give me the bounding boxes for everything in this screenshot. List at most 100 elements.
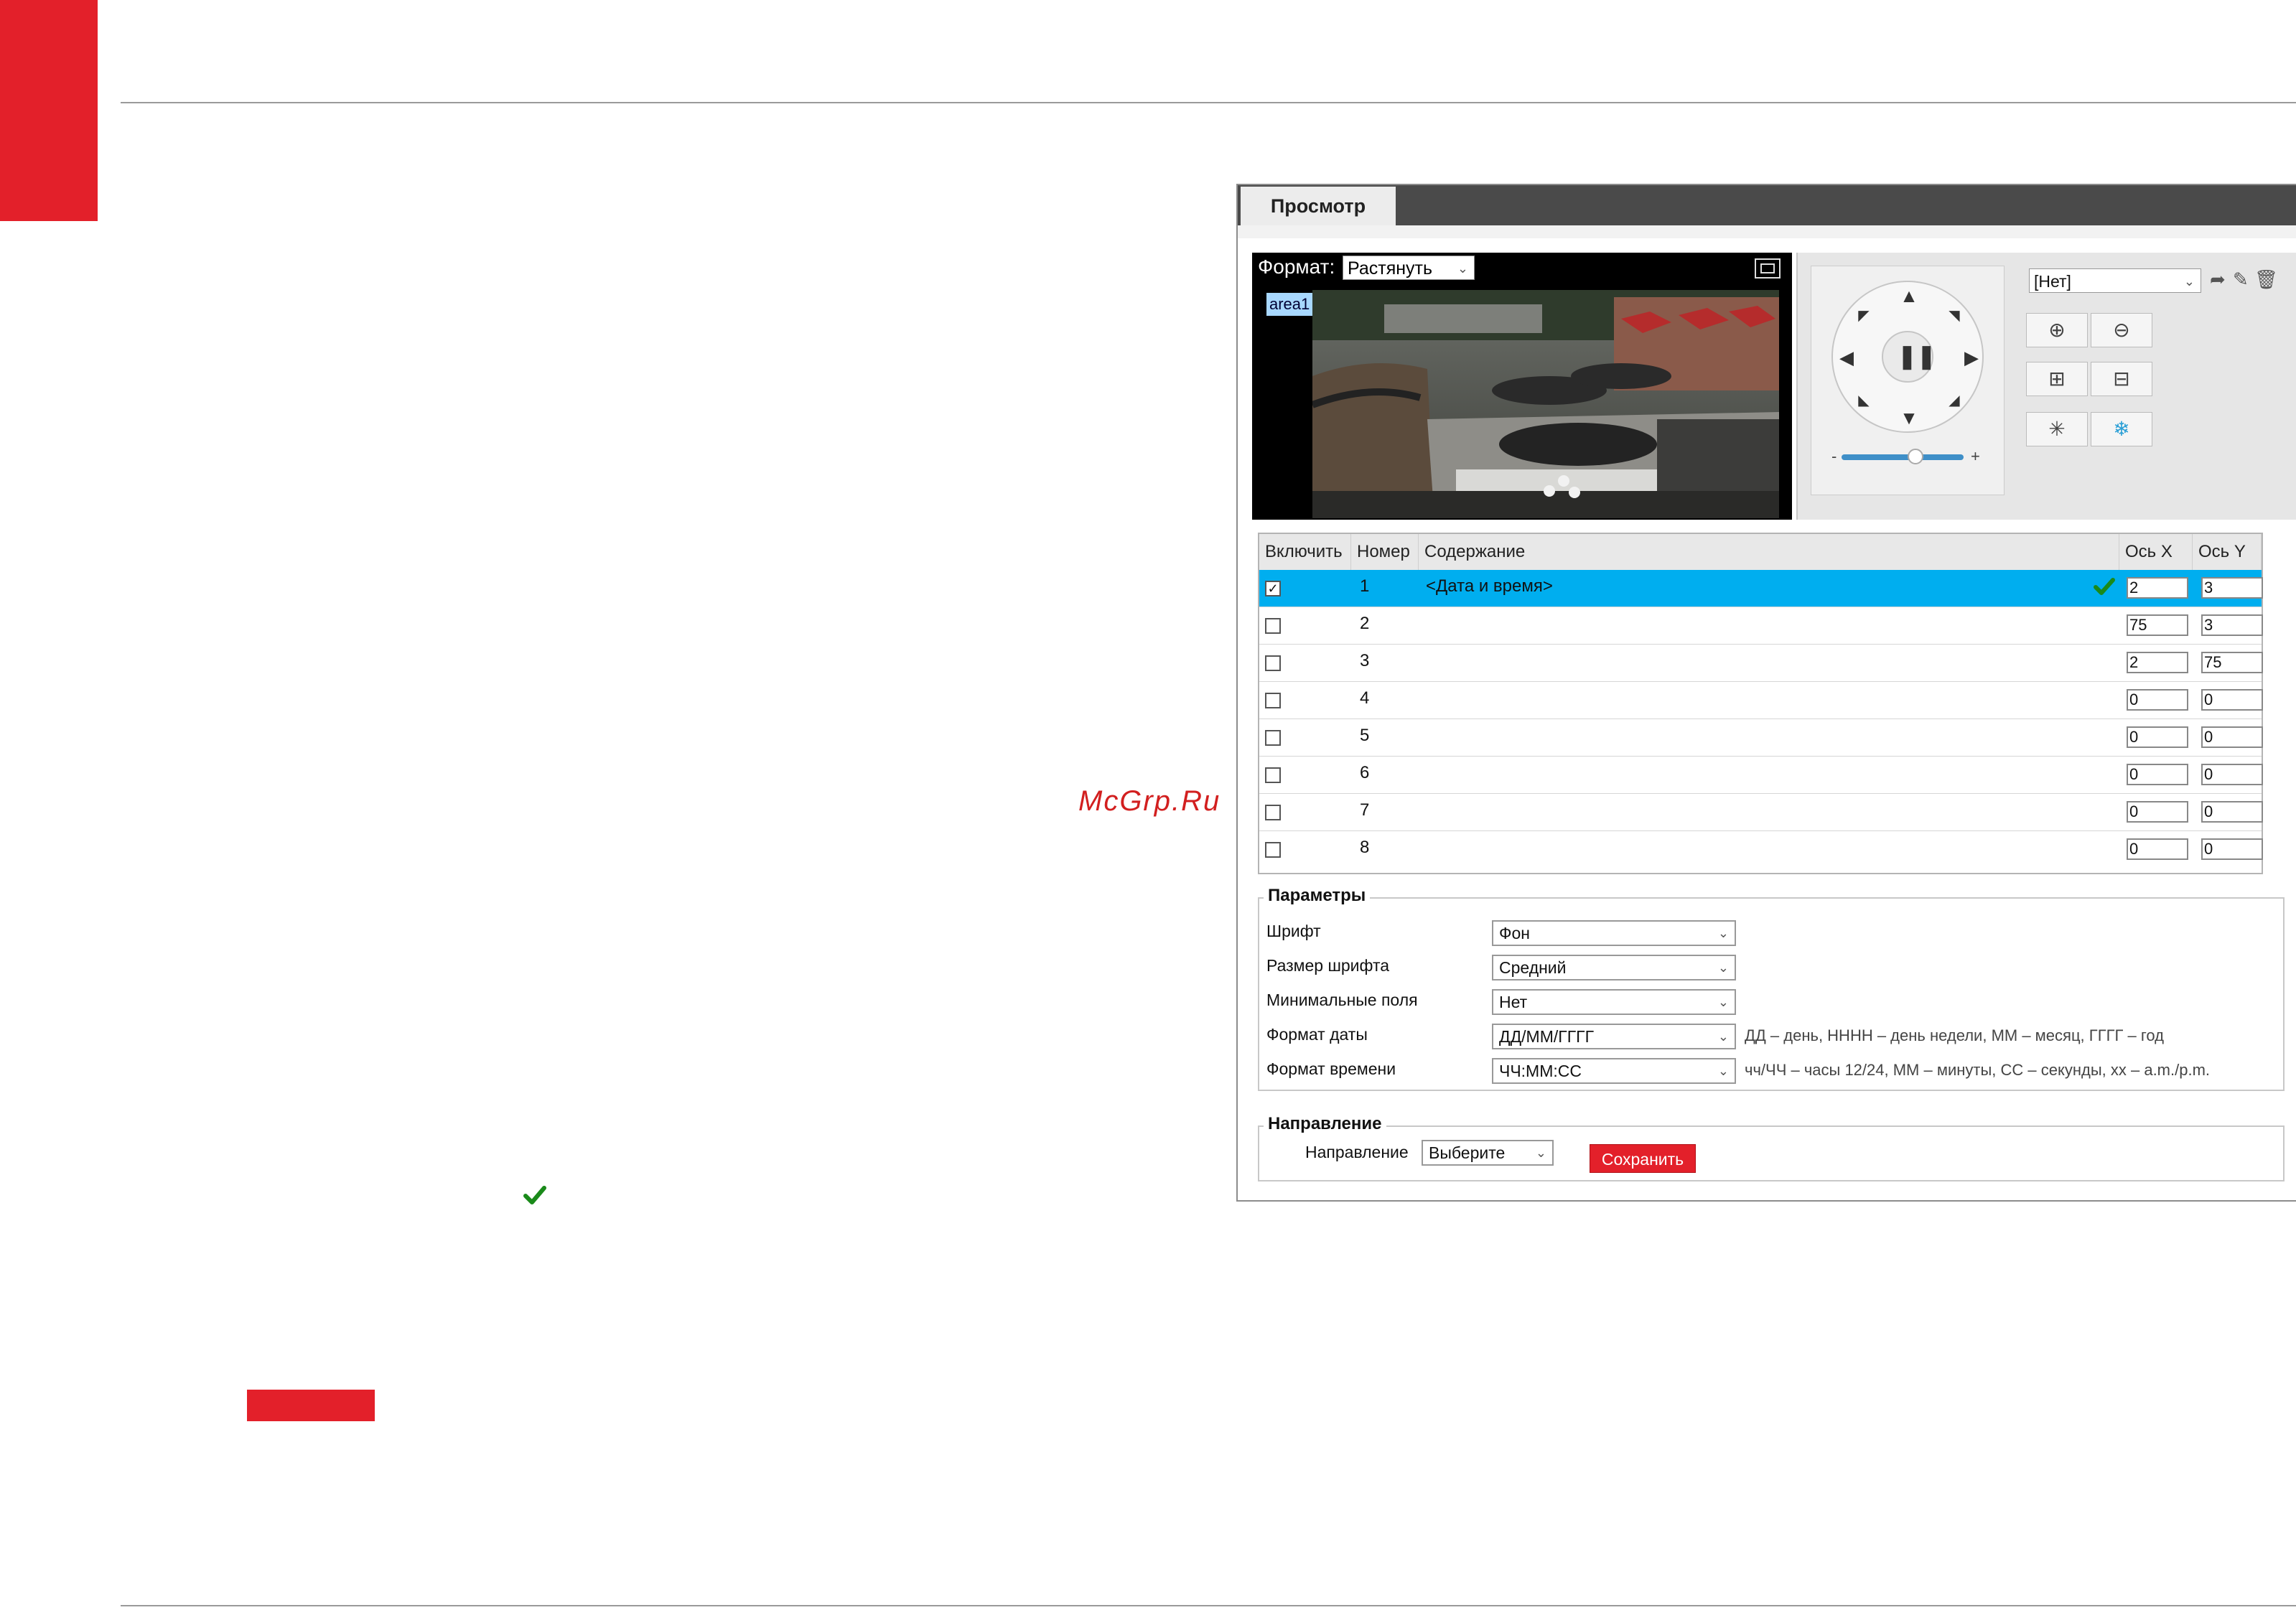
axis-x-input[interactable]: 2 — [2127, 652, 2188, 673]
axis-x-input[interactable]: 75 — [2127, 614, 2188, 636]
font-select[interactable]: Фон ⌄ — [1492, 920, 1736, 946]
axis-y-input[interactable]: 0 — [2201, 689, 2263, 711]
format-select-value: Растянуть — [1348, 258, 1433, 279]
direction-pad: ▲ ▼ ◀ ▶ ◤ ◥ ◣ ◢ ❚❚ — [1831, 281, 1984, 433]
row-number: 2 — [1360, 614, 1370, 633]
axis-y-input[interactable]: 0 — [2201, 838, 2263, 860]
table-row[interactable]: 3 2 75 — [1259, 645, 2263, 682]
table-row[interactable]: ✓ 1 <Дата и время> 2 3 — [1259, 570, 2263, 607]
axis-y-input[interactable]: 0 — [2201, 764, 2263, 785]
row-checkbox[interactable]: ✓ — [1265, 581, 1281, 596]
iris-button[interactable]: ✳ — [2026, 412, 2088, 446]
save-button[interactable]: Сохранить — [1590, 1144, 1696, 1173]
zoom-in-icon: ⊕ — [2048, 319, 2066, 341]
row-number: 8 — [1360, 838, 1370, 857]
top-divider — [121, 102, 2296, 103]
axis-x-input[interactable]: 0 — [2127, 838, 2188, 860]
chevron-down-icon: ⌄ — [1457, 261, 1468, 276]
col-axis-x: Ось X — [2119, 534, 2193, 570]
axis-y-input[interactable]: 0 — [2201, 801, 2263, 823]
date-format-hint: ДД – день, НННН – день недели, ММ – меся… — [1745, 1026, 2165, 1044]
axis-y-input[interactable]: 3 — [2201, 577, 2263, 599]
overlay-table: Включить Номер Содержание Ось X Ось Y ✓ … — [1258, 533, 2263, 874]
font-size-select[interactable]: Средний ⌄ — [1492, 955, 1736, 980]
preset-select[interactable]: [Нет] ⌄ — [2029, 268, 2201, 293]
table-row[interactable]: 8 0 0 — [1259, 831, 2263, 869]
axis-y-input[interactable]: 3 — [2201, 614, 2263, 636]
arrow-left-icon[interactable]: ◀ — [1837, 348, 1856, 367]
axis-x-input[interactable]: 0 — [2127, 764, 2188, 785]
focus-far-icon: ⊟ — [2113, 368, 2130, 390]
time-format-select[interactable]: ЧЧ:ММ:СС ⌄ — [1492, 1058, 1736, 1084]
direction-select[interactable]: Выберите ⌄ — [1422, 1140, 1554, 1166]
tab-strip — [1238, 225, 2296, 238]
row-content: <Дата и время> — [1426, 576, 1553, 596]
table-row[interactable]: 4 0 0 — [1259, 682, 2263, 719]
margin-select-value: Нет — [1499, 993, 1528, 1011]
font-select-value: Фон — [1499, 924, 1530, 942]
arrow-down-right-icon[interactable]: ◢ — [1945, 391, 1964, 410]
params-legend: Параметры — [1264, 886, 1371, 906]
ptz-panel: ▲ ▼ ◀ ▶ ◤ ◥ ◣ ◢ ❚❚ - + [Нет] ⌄ ➦ ✎ 🗑 ⊕ ⊖… — [1796, 253, 2296, 520]
chevron-down-icon: ⌄ — [1717, 926, 1729, 940]
axis-x-input[interactable]: 2 — [2127, 577, 2188, 599]
chevron-down-icon: ⌄ — [2183, 274, 2195, 289]
focus-far-button[interactable]: ⊟ — [2091, 362, 2152, 396]
pause-button[interactable]: ❚❚ — [1882, 331, 1936, 383]
edit-pencil-icon[interactable]: ✎ — [2233, 267, 2249, 291]
row-number: 7 — [1360, 800, 1370, 820]
zoom-out-button[interactable]: ⊖ — [2091, 313, 2152, 347]
date-format-select-value: ДД/ММ/ГГГГ — [1499, 1027, 1595, 1046]
wiper-button[interactable]: ❄ — [2091, 412, 2152, 446]
row-checkbox[interactable] — [1265, 693, 1281, 708]
arrow-right-icon[interactable]: ▶ — [1962, 348, 1981, 367]
axis-x-input[interactable]: 0 — [2127, 726, 2188, 748]
zoom-out-icon: ⊖ — [2113, 319, 2130, 341]
check-icon — [523, 1186, 546, 1204]
focus-near-button[interactable]: ⊞ — [2026, 362, 2088, 396]
axis-y-input[interactable]: 75 — [2201, 652, 2263, 673]
video-preview[interactable]: Формат: Растянуть ⌄ area1 — [1252, 253, 1792, 520]
row-checkbox[interactable] — [1265, 767, 1281, 783]
date-format-select[interactable]: ДД/ММ/ГГГГ ⌄ — [1492, 1024, 1736, 1049]
margin-select[interactable]: Нет ⌄ — [1492, 989, 1736, 1015]
row-number: 1 — [1360, 576, 1370, 596]
arrow-down-icon[interactable]: ▼ — [1900, 408, 1918, 427]
col-number: Номер — [1351, 534, 1419, 570]
arrow-up-right-icon[interactable]: ◥ — [1945, 306, 1964, 325]
arrow-up-icon[interactable]: ▲ — [1900, 286, 1918, 305]
row-checkbox[interactable] — [1265, 618, 1281, 634]
table-row[interactable]: 2 75 3 — [1259, 607, 2263, 645]
format-label: Формат: — [1258, 256, 1335, 278]
corner-red-bar — [0, 0, 98, 221]
table-row[interactable]: 7 0 0 — [1259, 794, 2263, 831]
format-select[interactable]: Растянуть ⌄ — [1343, 256, 1475, 280]
row-checkbox[interactable] — [1265, 842, 1281, 858]
speed-slider-handle[interactable] — [1908, 449, 1923, 464]
axis-x-input[interactable]: 0 — [2127, 689, 2188, 711]
row-checkbox[interactable] — [1265, 655, 1281, 671]
tab-preview[interactable]: Просмотр — [1241, 187, 1396, 225]
arrow-up-left-icon[interactable]: ◤ — [1854, 306, 1873, 325]
trash-icon[interactable]: 🗑 — [2254, 267, 2278, 291]
zoom-in-button[interactable]: ⊕ — [2026, 313, 2088, 347]
chevron-down-icon: ⌄ — [1717, 1029, 1729, 1044]
area-tag[interactable]: area1 — [1266, 293, 1314, 316]
table-row[interactable]: 6 0 0 — [1259, 757, 2263, 794]
params-fieldset: Параметры Шрифт Фон ⌄ Размер шрифта Сред… — [1258, 886, 2285, 1091]
speed-slider[interactable] — [1842, 454, 1964, 460]
font-label: Шрифт — [1266, 922, 1321, 940]
table-row[interactable]: 5 0 0 — [1259, 719, 2263, 757]
red-marker — [247, 1390, 375, 1421]
bottom-divider — [121, 1605, 2296, 1606]
axis-x-input[interactable]: 0 — [2127, 801, 2188, 823]
tab-bar: Просмотр — [1238, 185, 2296, 225]
time-format-select-value: ЧЧ:ММ:СС — [1499, 1062, 1582, 1080]
row-checkbox[interactable] — [1265, 730, 1281, 746]
row-number: 5 — [1360, 726, 1370, 745]
row-checkbox[interactable] — [1265, 805, 1281, 820]
call-preset-icon[interactable]: ➦ — [2210, 267, 2226, 291]
axis-y-input[interactable]: 0 — [2201, 726, 2263, 748]
fullscreen-button[interactable] — [1755, 258, 1781, 279]
arrow-down-left-icon[interactable]: ◣ — [1854, 391, 1873, 410]
